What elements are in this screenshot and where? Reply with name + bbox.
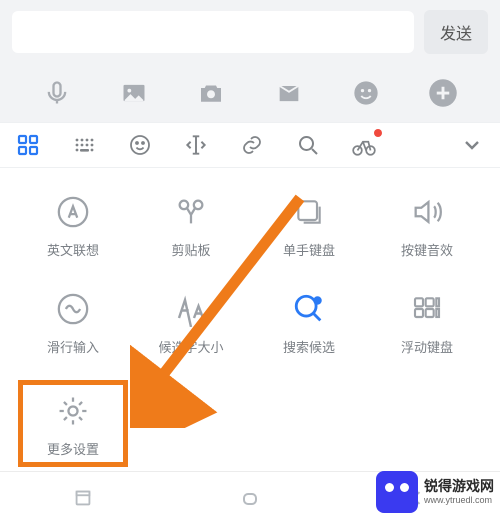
compose-bar: 发送: [0, 0, 500, 64]
stack-icon: [289, 192, 329, 232]
scissors-icon: [171, 192, 211, 232]
cell-label: 浮动键盘: [401, 337, 453, 356]
keyboard-tabs: [0, 122, 500, 168]
gear-icon: [53, 391, 93, 431]
watermark-brand: 锐得游戏网: [424, 479, 494, 494]
fontsize-icon: [171, 289, 211, 329]
chevron-down-icon[interactable]: [458, 131, 486, 159]
volume-icon: [407, 192, 447, 232]
cell-label: 更多设置: [47, 439, 99, 458]
recent-icon[interactable]: [65, 480, 101, 516]
image-icon[interactable]: [117, 76, 151, 110]
emoji-icon[interactable]: [349, 76, 383, 110]
cursor-icon[interactable]: [182, 131, 210, 159]
cell-more-settings[interactable]: 更多设置: [18, 380, 128, 467]
voice-icon[interactable]: [40, 76, 74, 110]
watermark: 锐得游戏网 www.ytruedl.com: [370, 467, 500, 517]
camera-icon[interactable]: [194, 76, 228, 110]
settings-panel: 英文联想 剪贴板 单手键盘 按键音效 滑行输入: [0, 168, 500, 497]
attachment-row: [0, 64, 500, 122]
smiley-icon[interactable]: [126, 131, 154, 159]
send-button[interactable]: 发送: [424, 10, 488, 54]
gamepad-icon: [376, 471, 418, 513]
cell-fontsize[interactable]: 候选字大小: [136, 283, 246, 360]
cell-english-predict[interactable]: 英文联想: [18, 186, 128, 263]
text-input[interactable]: [12, 11, 414, 53]
cell-floating[interactable]: 浮动键盘: [372, 283, 482, 360]
bike-icon[interactable]: [350, 131, 378, 159]
home-icon[interactable]: [232, 480, 268, 516]
cell-label: 按键音效: [401, 240, 453, 259]
cell-onehand[interactable]: 单手键盘: [254, 186, 364, 263]
cell-search-candidate[interactable]: 搜索候选: [254, 283, 364, 360]
envelope-icon[interactable]: [272, 76, 306, 110]
cell-label: 单手键盘: [283, 240, 335, 259]
cell-keysound[interactable]: 按键音效: [372, 186, 482, 263]
watermark-url: www.ytruedl.com: [424, 495, 494, 505]
search-candidate-icon: [289, 289, 329, 329]
apps-grid-icon[interactable]: [14, 131, 42, 159]
cell-swipe[interactable]: 滑行输入: [18, 283, 128, 360]
plus-icon[interactable]: [426, 76, 460, 110]
notification-dot-icon: [374, 129, 382, 137]
cell-label: 英文联想: [47, 240, 99, 259]
letter-a-icon: [53, 192, 93, 232]
cell-label: 搜索候选: [283, 337, 335, 356]
search-icon[interactable]: [294, 131, 322, 159]
cell-label: 剪贴板: [171, 240, 210, 259]
keyboard-icon[interactable]: [70, 131, 98, 159]
settings-grid: 英文联想 剪贴板 单手键盘 按键音效 滑行输入: [18, 186, 482, 467]
cell-clipboard[interactable]: 剪贴板: [136, 186, 246, 263]
wave-icon: [53, 289, 93, 329]
cell-label: 候选字大小: [158, 337, 223, 356]
floating-kb-icon: [407, 289, 447, 329]
cell-label: 滑行输入: [47, 337, 99, 356]
link-icon[interactable]: [238, 131, 266, 159]
